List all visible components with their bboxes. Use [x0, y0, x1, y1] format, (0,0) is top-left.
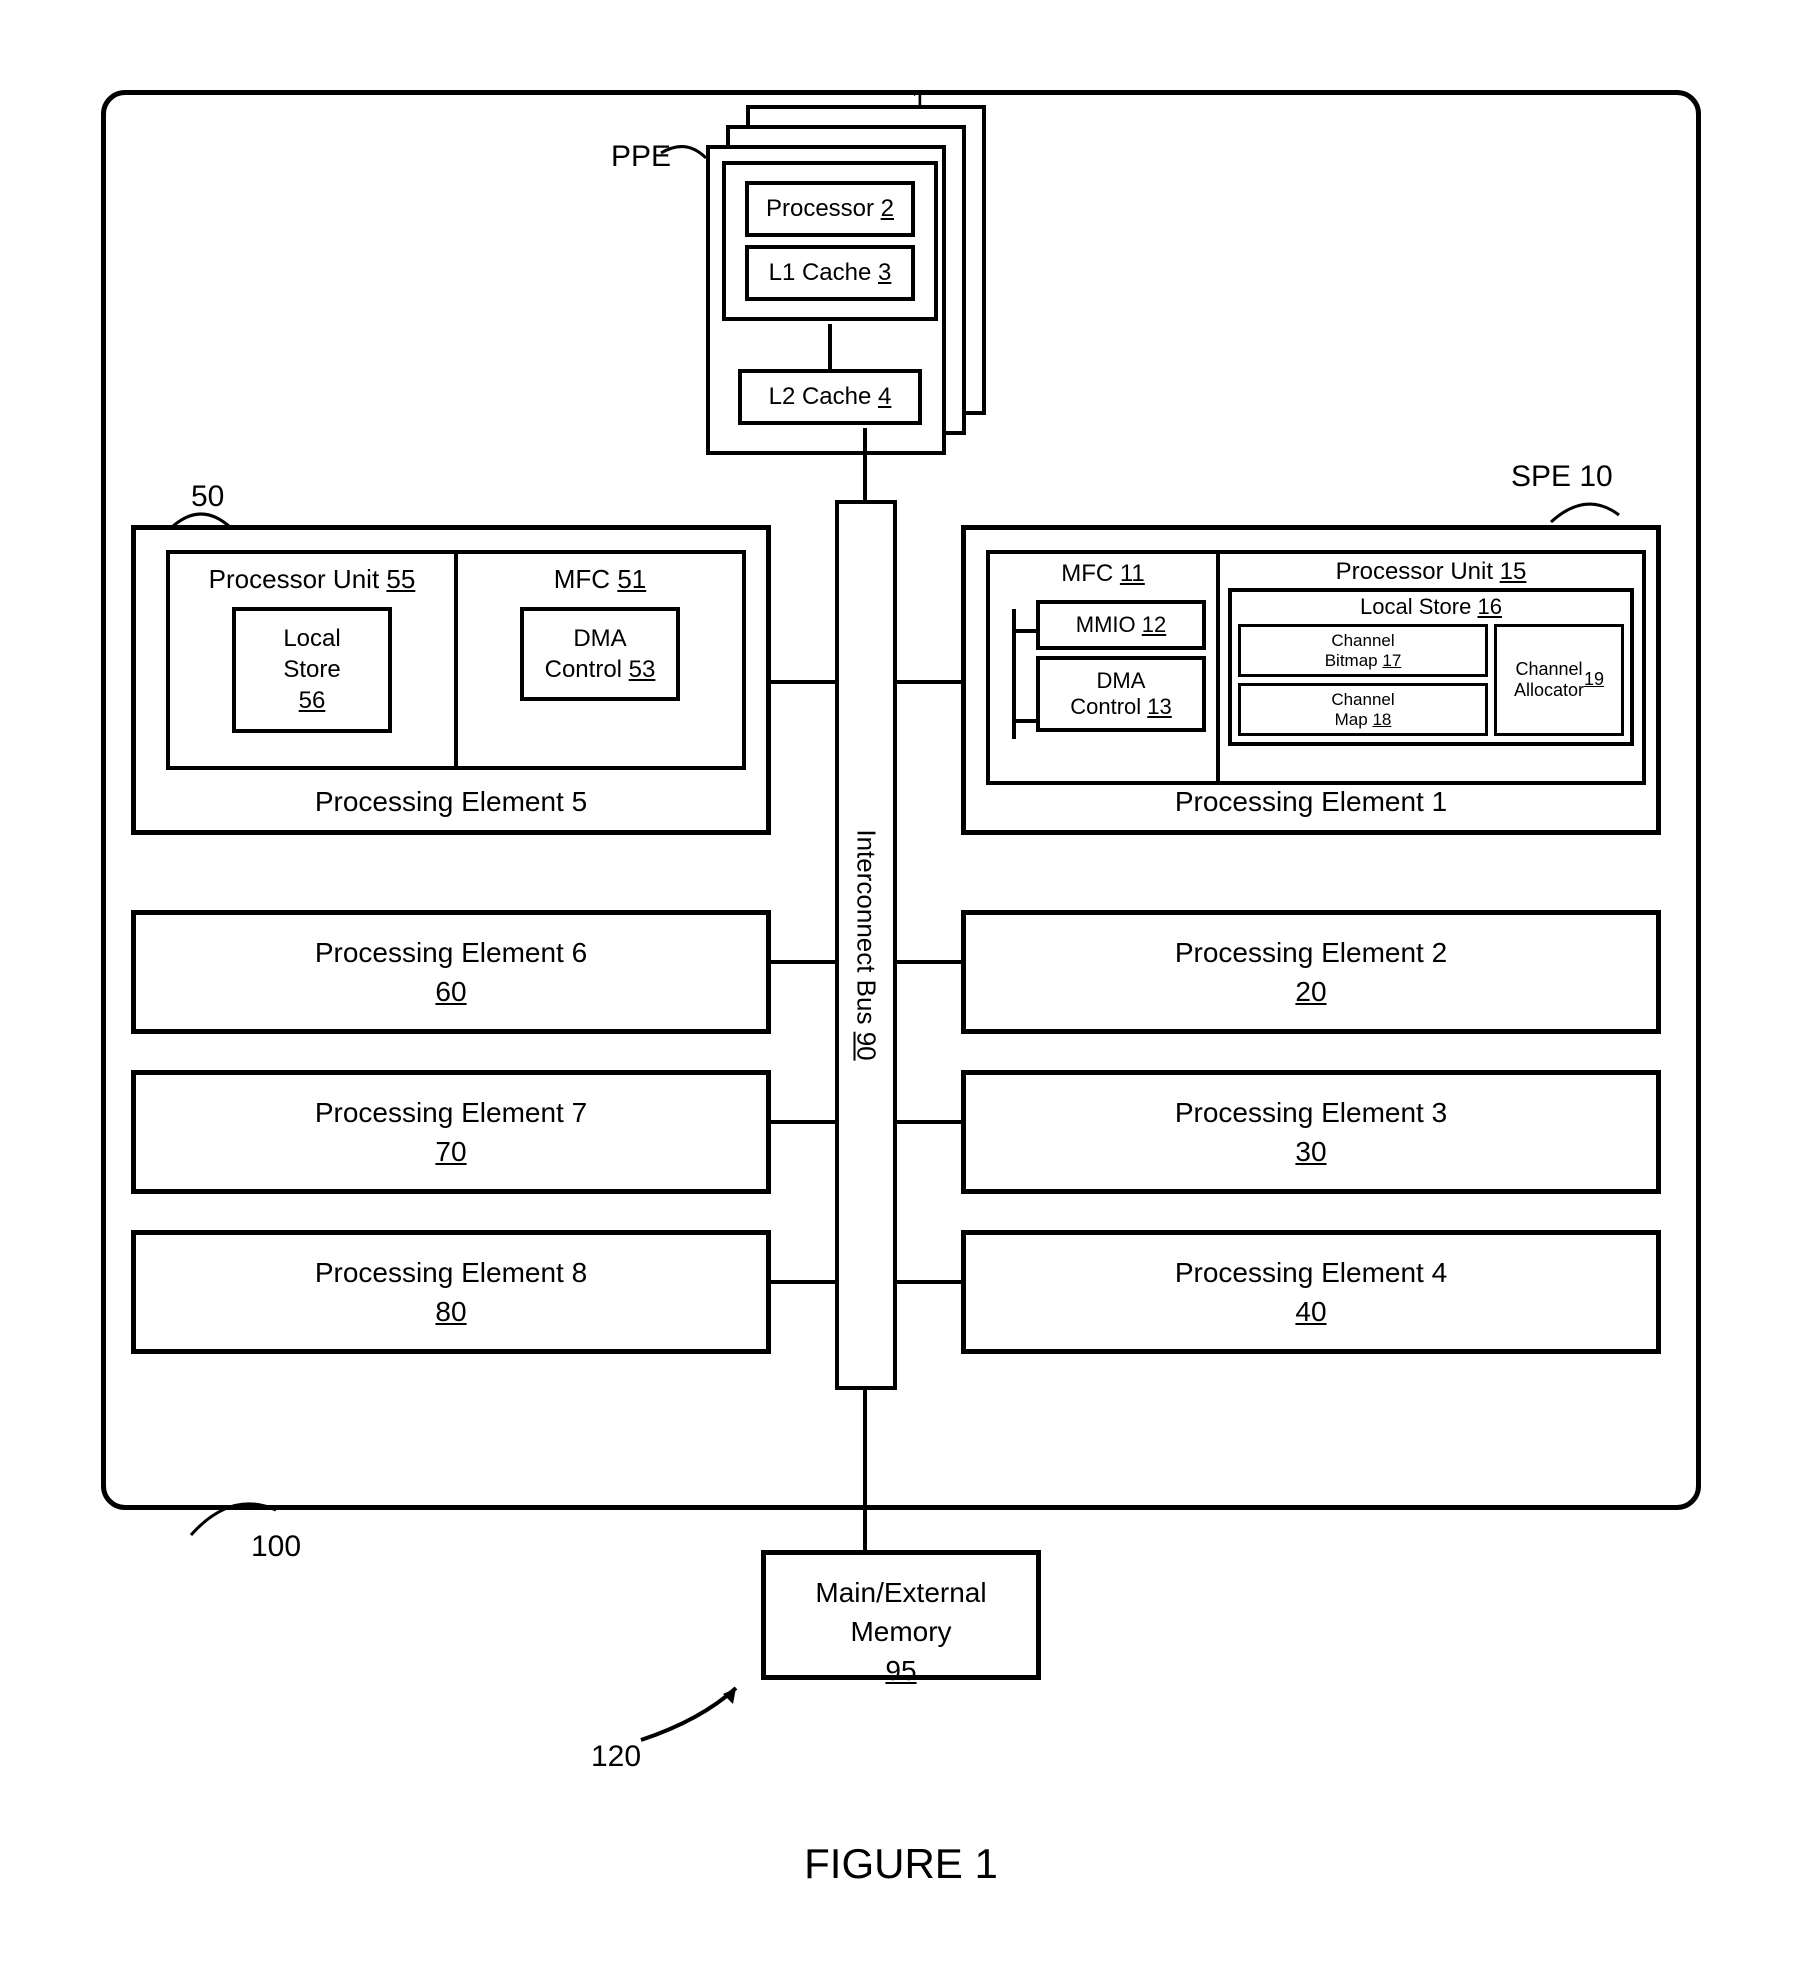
spe-ls-left-col: ChannelBitmap 17 ChannelMap 18 — [1238, 624, 1488, 736]
ppe-cpu-cache-group: Processor 2 L1 Cache 3 — [722, 161, 938, 321]
ref-120: 120 — [591, 1740, 641, 1774]
bus-label: Interconnect Bus 90 — [851, 829, 882, 1060]
pe5-processor-unit: Processor Unit 55 LocalStore56 — [170, 554, 458, 766]
spe-ls-title: Local Store 16 — [1238, 594, 1624, 620]
ref-spe: SPE 10 — [1511, 460, 1613, 494]
processor-box: Processor 2 — [745, 181, 915, 237]
processing-element-1: MFC 11 MMIO 12 DMAControl 13 Processor U… — [961, 525, 1661, 835]
line-spe-bus — [897, 680, 961, 684]
figure-caption: FIGURE 1 — [41, 1840, 1761, 1888]
pe5-local-store: LocalStore56 — [232, 607, 392, 733]
line-pe7-bus — [771, 1120, 835, 1124]
spe-mfc: MFC 11 MMIO 12 DMAControl 13 — [990, 554, 1220, 781]
line-pe8-bus — [771, 1280, 835, 1284]
line-pe3-bus — [897, 1120, 961, 1124]
pe5-mfc: MFC 51 DMAControl 53 — [458, 554, 742, 766]
ppe-stack: Processor 2 L1 Cache 3 L2 Cache 4 — [706, 105, 986, 455]
arc-spe — [1551, 490, 1621, 530]
pe5-pu-title: Processor Unit 55 — [180, 564, 444, 595]
spe-inner: MFC 11 MMIO 12 DMAControl 13 Processor U… — [986, 550, 1646, 785]
spe-mfc-title: MFC 11 — [996, 560, 1210, 588]
arrow-120 — [641, 1680, 761, 1750]
line-pe4-bus — [897, 1280, 961, 1284]
pe3: Processing Element 330 — [961, 1070, 1661, 1194]
pe5-mfc-title: MFC 51 — [468, 564, 732, 595]
spe-mmio: MMIO 12 — [1036, 600, 1206, 650]
channel-map: ChannelMap 18 — [1238, 683, 1488, 736]
l1-cache-box: L1 Cache 3 — [745, 245, 915, 301]
spe-dma: DMAControl 13 — [1036, 656, 1206, 732]
ppe-inner-line — [828, 324, 832, 369]
pe7: Processing Element 770 — [131, 1070, 771, 1194]
pe5-footer: Processing Element 5 — [136, 786, 766, 818]
spe-pu-title: Processor Unit 15 — [1228, 558, 1634, 586]
external-memory: Main/ExternalMemory95 — [761, 1550, 1041, 1680]
pe5-inner: Processor Unit 55 LocalStore56 MFC 51 DM… — [166, 550, 746, 770]
line-pe5-bus — [771, 680, 835, 684]
pe8: Processing Element 880 — [131, 1230, 771, 1354]
line-pe2-bus — [897, 960, 961, 964]
spe-local-store: Local Store 16 ChannelBitmap 17 ChannelM… — [1228, 588, 1634, 746]
spe-processor-unit: Processor Unit 15 Local Store 16 Channel… — [1220, 554, 1642, 781]
spe-mfc-bracket-h2 — [1012, 719, 1036, 723]
pe5-dma: DMAControl 53 — [520, 607, 680, 701]
l2-cache-box: L2 Cache 4 — [738, 369, 922, 425]
interconnect-bus: Interconnect Bus 90 — [835, 500, 897, 1390]
channel-allocator: ChannelAllocator 19 — [1494, 624, 1624, 736]
spe-footer: Processing Element 1 — [966, 786, 1656, 818]
arc-100 — [191, 1490, 281, 1540]
pe4: Processing Element 440 — [961, 1230, 1661, 1354]
channel-bitmap: ChannelBitmap 17 — [1238, 624, 1488, 677]
diagram-canvas: 1 PPE Processor 2 L1 Cache 3 L2 Cache 4 … — [41, 40, 1761, 1920]
line-pe6-bus — [771, 960, 835, 964]
processing-element-5: Processor Unit 55 LocalStore56 MFC 51 DM… — [131, 525, 771, 835]
line-ppe-to-bus — [863, 428, 867, 500]
pe6: Processing Element 660 — [131, 910, 771, 1034]
ppe-front: Processor 2 L1 Cache 3 L2 Cache 4 — [706, 145, 946, 455]
spe-ls-grid: ChannelBitmap 17 ChannelMap 18 ChannelAl… — [1238, 624, 1624, 736]
spe-mfc-bracket-h1 — [1012, 629, 1036, 633]
line-bus-to-mem — [863, 1390, 867, 1550]
pe2: Processing Element 220 — [961, 910, 1661, 1034]
